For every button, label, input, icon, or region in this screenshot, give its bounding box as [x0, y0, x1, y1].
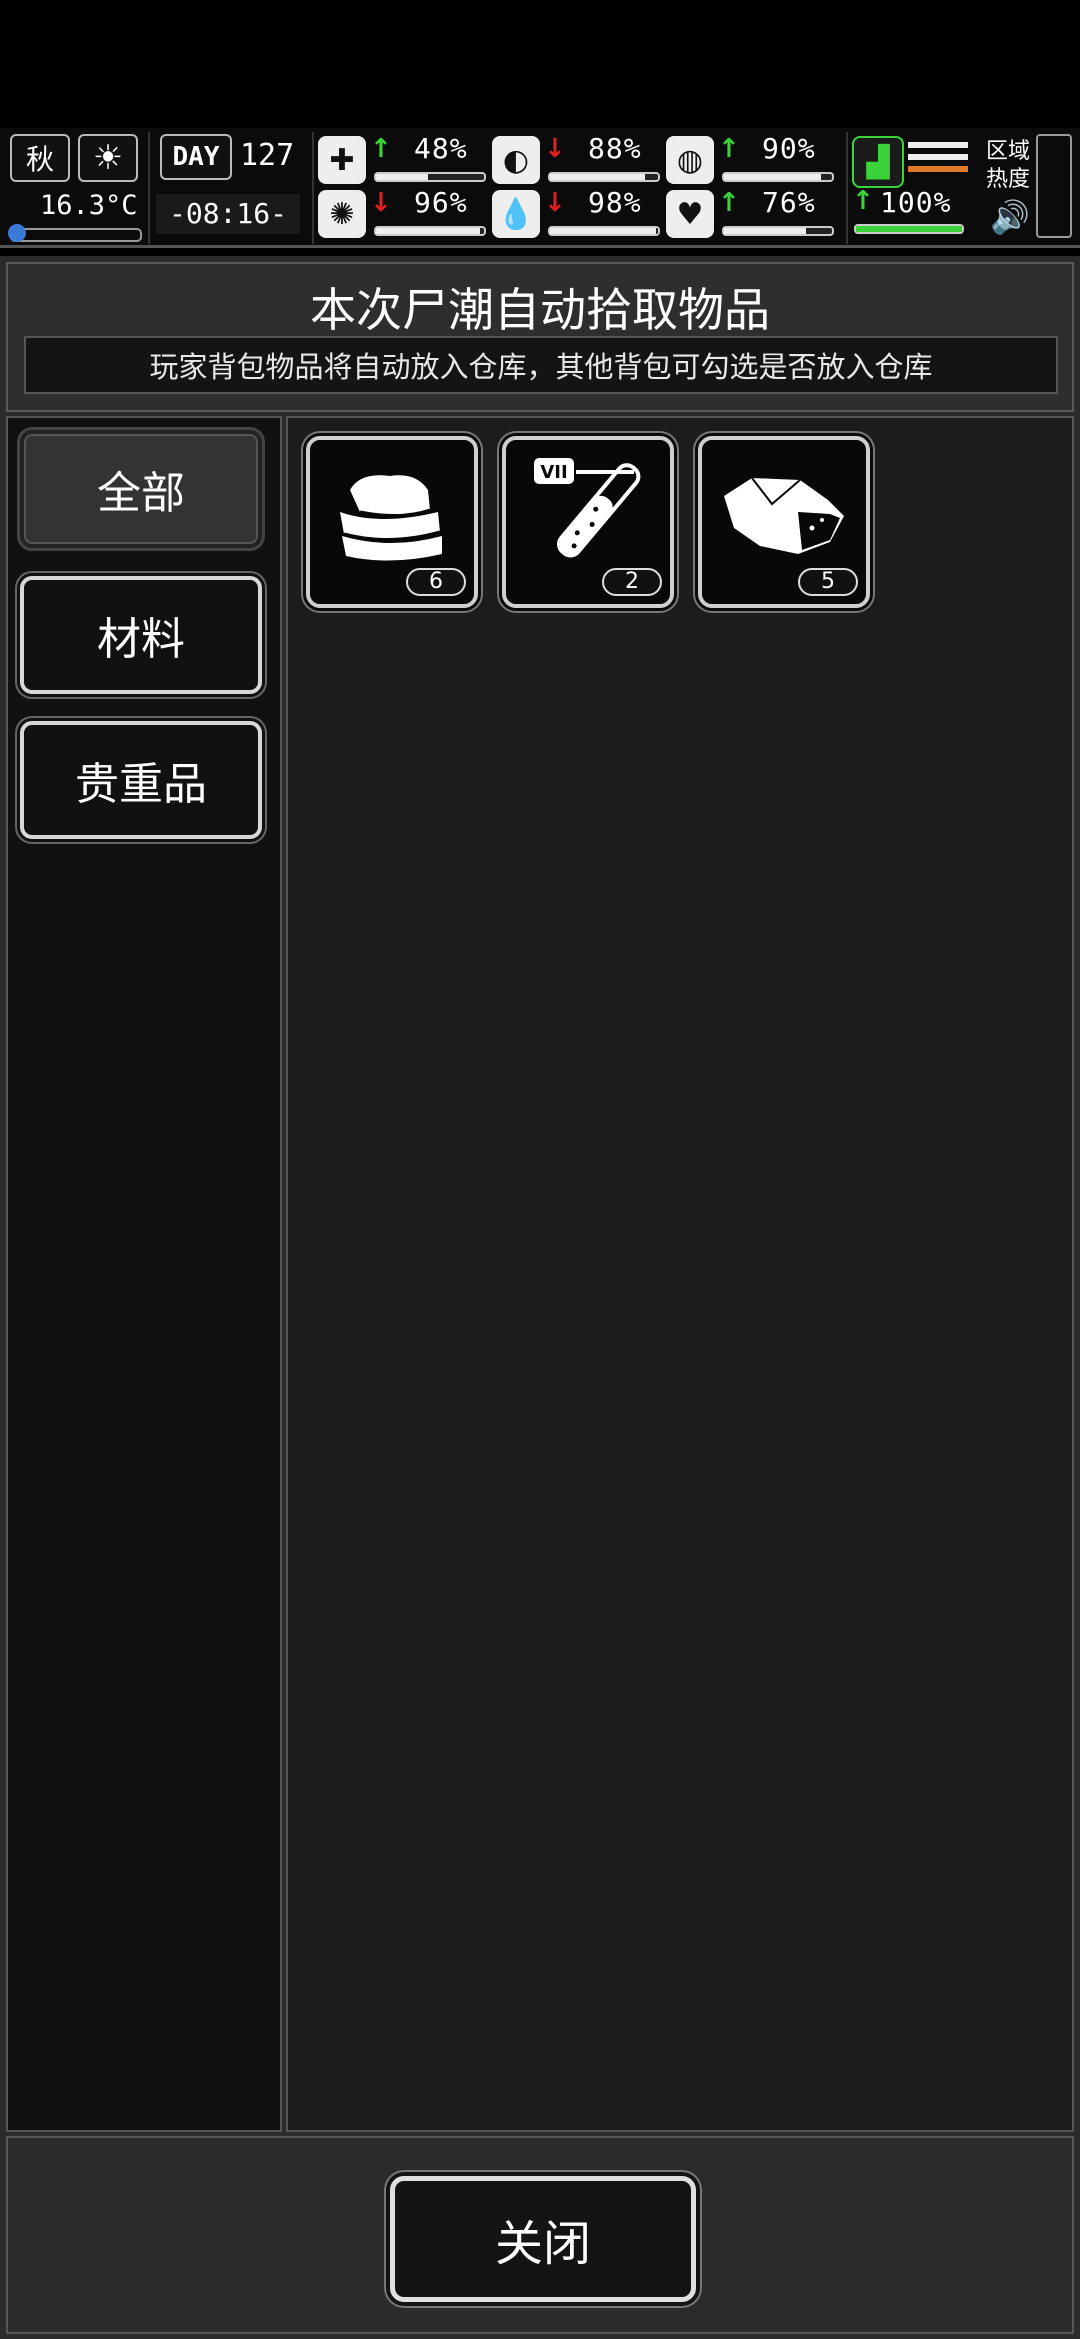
item-slot[interactable]: 6 — [306, 436, 478, 608]
tab-valuables-label: 贵重品 — [75, 759, 207, 810]
title-bar: 本次尸潮自动拾取物品 玩家背包物品将自动放入仓库，其他背包可勾选是否放入仓库 — [6, 262, 1074, 412]
stat-value: 96% — [414, 186, 468, 219]
panel-title: 本次尸潮自动拾取物品 — [310, 283, 770, 337]
tab-materials-label: 材料 — [97, 614, 185, 665]
brain-icon: ✺ — [318, 190, 366, 238]
tab-materials[interactable]: 材料 — [20, 576, 262, 694]
stat-bar — [548, 172, 660, 182]
stat-value: 98% — [588, 186, 642, 219]
time-display: -08:16- — [156, 194, 300, 234]
stat-bar — [722, 226, 834, 236]
stat-value: 90% — [762, 132, 816, 165]
thermometer-icon — [8, 224, 142, 242]
item-slot[interactable]: VII 2 — [502, 436, 674, 608]
divider — [312, 132, 314, 244]
footer-bar: 关闭 — [6, 2136, 1074, 2334]
stat-value: 100% — [880, 186, 952, 219]
subtitle-box: 玩家背包物品将自动放入仓库，其他背包可勾选是否放入仓库 — [24, 336, 1058, 394]
pill-icon: ◍ — [666, 136, 714, 184]
heart-icon: ♥ — [666, 190, 714, 238]
item-count: 2 — [602, 568, 662, 596]
stat-bar — [374, 226, 486, 236]
ore-icon — [724, 477, 844, 554]
stat-value: 88% — [588, 132, 642, 165]
weather-sunny-icon: ☀ — [78, 134, 138, 182]
zone-heat-label-line2: 热度 — [986, 167, 1031, 192]
tab-all[interactable]: 全部 — [20, 430, 262, 548]
stat-value: 76% — [762, 186, 816, 219]
trend-up-icon: ↑ — [718, 188, 740, 218]
season-label: 秋 — [25, 143, 54, 176]
water-drop-icon: 💧 — [492, 190, 540, 238]
stat-bar — [854, 224, 964, 234]
trend-up-icon: ↑ — [852, 186, 874, 216]
zone-heat-meter — [1036, 134, 1072, 238]
auto-pickup-panel: 本次尸潮自动拾取物品 玩家背包物品将自动放入仓库，其他背包可勾选是否放入仓库 全… — [0, 256, 1080, 2339]
tab-all-label: 全部 — [97, 468, 185, 519]
medkit-icon: ✚ — [318, 136, 366, 184]
zone-heat-label: 区域 热度 — [986, 138, 1030, 194]
boot-icon: ▟ — [852, 136, 904, 188]
sound-icon[interactable]: 🔊 — [990, 198, 1030, 236]
divider — [846, 132, 848, 244]
trend-up-icon: ↑ — [718, 134, 740, 164]
stomach-icon: ◐ — [492, 136, 540, 184]
item-grid: 6 VII 2 5 — [286, 416, 1074, 2132]
cloth-icon — [340, 475, 442, 561]
season-box: 秋 — [10, 134, 70, 182]
category-sidebar: 全部 材料 贵重品 — [6, 416, 282, 2132]
trend-down-icon: ↓ — [544, 134, 566, 164]
trend-down-icon: ↓ — [544, 188, 566, 218]
day-number: 127 — [240, 138, 295, 173]
day-badge: DAY — [160, 134, 232, 180]
trend-up-icon: ↑ — [370, 134, 392, 164]
close-button[interactable]: 关闭 — [390, 2176, 696, 2302]
tab-valuables[interactable]: 贵重品 — [20, 721, 262, 839]
zone-heat-label-line1: 区域 — [986, 139, 1031, 164]
day-label: DAY — [172, 142, 220, 172]
stat-bar — [374, 172, 486, 182]
stat-value: 48% — [414, 132, 468, 165]
stat-bar — [548, 226, 660, 236]
close-button-label: 关闭 — [494, 2216, 591, 2272]
item-count: 6 — [406, 568, 466, 596]
temperature-label: 16.3°C — [40, 190, 138, 221]
stat-bar — [722, 172, 834, 182]
item-count: 5 — [798, 568, 858, 596]
trend-down-icon: ↓ — [370, 188, 392, 218]
item-tag: VII — [540, 462, 567, 483]
test-tube-icon: VII — [534, 458, 641, 558]
movement-bars-icon — [908, 142, 968, 178]
divider — [148, 132, 150, 244]
status-bar: 秋 ☀ 16.3°C DAY 127 -08:16- ✚ ↑ 48% ◐ ↓ 88% ◍ ↑ 9… — [0, 128, 1080, 248]
panel-subtitle: 玩家背包物品将自动放入仓库，其他背包可勾选是否放入仓库 — [149, 350, 933, 384]
item-slot[interactable]: 5 — [698, 436, 870, 608]
